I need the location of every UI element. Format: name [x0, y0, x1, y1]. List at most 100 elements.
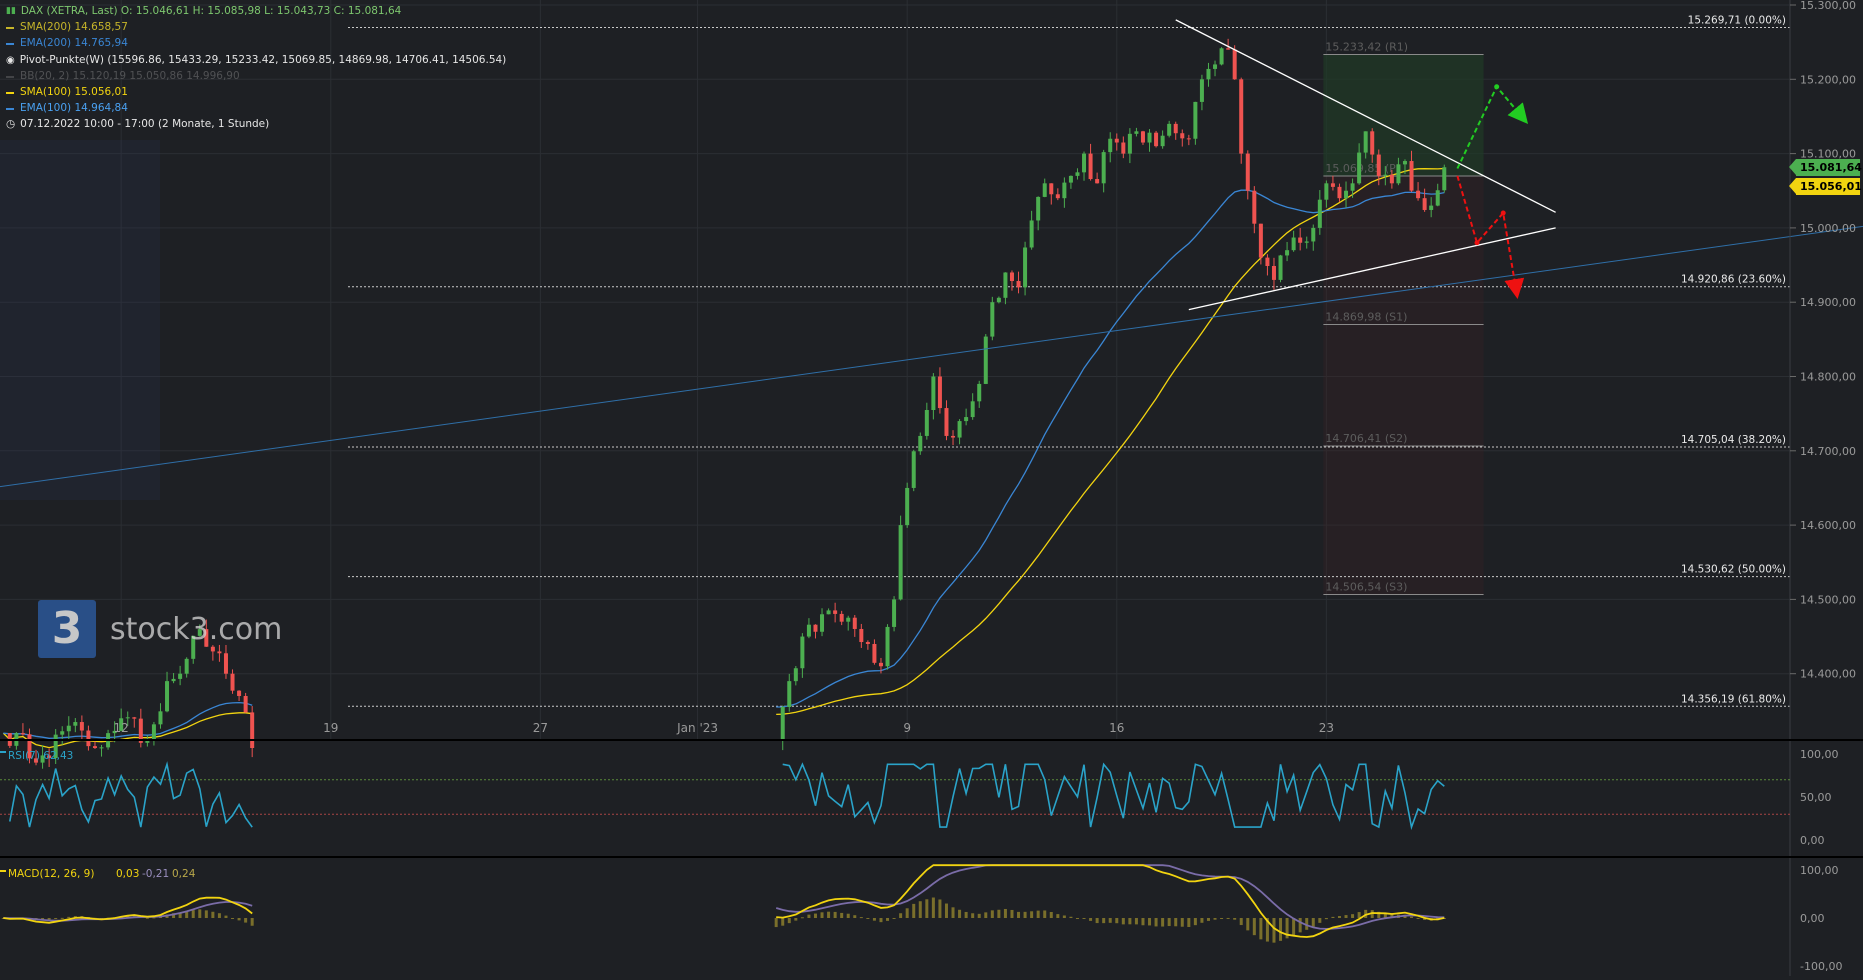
macd-hist-bar: [827, 911, 831, 918]
rsi-line: [9, 761, 1445, 831]
candle-body: [1271, 265, 1276, 280]
candle: [1114, 133, 1119, 151]
macd-hist-bar: [1043, 910, 1047, 918]
candles: [7, 38, 1447, 769]
fib-label-1: 14.920,86 (23.60%): [1681, 274, 1786, 286]
candle-body: [833, 610, 838, 614]
candle: [892, 596, 897, 632]
arrow-bull-node: [1494, 84, 1500, 90]
candle-body: [99, 747, 104, 749]
candle-body: [1324, 183, 1329, 200]
candle-body: [1311, 227, 1316, 242]
macd-hist-bar: [872, 918, 876, 921]
macd-hist-bar: [1226, 917, 1230, 919]
legend-ema200[interactable]: EMA(200) 14.765,94: [6, 37, 128, 50]
candle: [905, 482, 910, 528]
macd-hist-bar: [1108, 918, 1112, 923]
macd-hist-bar: [1174, 918, 1178, 927]
candle: [1095, 172, 1100, 184]
candle: [1055, 188, 1060, 201]
candle: [1271, 257, 1276, 290]
candle-body: [60, 731, 65, 735]
candle: [158, 703, 163, 729]
macd-hist-bar: [1187, 918, 1191, 928]
candle-body: [990, 302, 995, 337]
candle-body: [1055, 194, 1060, 199]
brand-watermark: 3 stock3.com: [38, 600, 282, 658]
candle-body: [1003, 272, 1008, 298]
candle-body: [1402, 161, 1407, 165]
macd-hist-bar: [1089, 918, 1093, 921]
candle-body: [1009, 272, 1014, 282]
candle-body: [1049, 183, 1054, 195]
symbol-ohlc: DAX (XETRA, Last) O: 15.046,61 H: 15.085…: [20, 5, 402, 17]
x-axis: 12 19 27 Jan '23 9 16 23: [114, 721, 1334, 735]
candle-body: [1023, 247, 1028, 288]
candle: [1042, 178, 1047, 198]
candle-body: [86, 730, 91, 747]
ema200-swatch: [6, 42, 14, 45]
candle-body: [1442, 167, 1447, 191]
candle-body: [937, 376, 942, 409]
macd-hist-bar: [1003, 908, 1007, 918]
candle-body: [892, 599, 897, 627]
macd-panel: 100,00 0,00 -100,00 MACD(12, 26, 9) 0,03 -0,2…: [0, 864, 1842, 973]
legend-pivot[interactable]: ◉ Pivot-Punkte(W) (15596.86, 15433.29, 1…: [6, 54, 506, 67]
candle: [1186, 134, 1191, 146]
macd-hist-bar: [918, 901, 922, 918]
candle: [138, 708, 143, 748]
candle: [1068, 175, 1073, 189]
trendline-long: [0, 225, 1863, 488]
candle: [820, 608, 825, 637]
macd-hist-bar: [964, 911, 968, 918]
candle: [60, 726, 65, 745]
macd-hist-bar: [951, 907, 955, 918]
candle: [1180, 129, 1185, 147]
macd-hist-bar: [1233, 918, 1237, 920]
candle: [885, 624, 890, 670]
candle-body: [1180, 133, 1185, 139]
candle: [1298, 227, 1303, 251]
legend-ema100[interactable]: EMA(100) 14.964,84: [6, 102, 128, 115]
candle-body: [924, 410, 929, 436]
candle-body: [800, 636, 805, 669]
price-tick-7: 14.600,00: [1800, 519, 1856, 532]
candle-body: [1265, 257, 1270, 266]
candle: [250, 706, 255, 758]
arrow-bear-node: [1500, 210, 1506, 216]
candle-body: [184, 658, 189, 674]
macd-hist-bar: [977, 913, 981, 918]
legend-sma100[interactable]: SMA(100) 15.056,01: [6, 86, 128, 99]
candle: [178, 665, 183, 686]
macd-hist-bar: [1410, 916, 1414, 918]
macd-hist-bar: [1102, 918, 1106, 924]
candle: [957, 419, 962, 445]
pivot-values: Pivot-Punkte(W) (15596.86, 15433.29, 152…: [19, 54, 507, 66]
candle: [73, 718, 78, 733]
candle: [92, 741, 97, 749]
candle-body: [73, 722, 78, 726]
price-tick-8: 14.500,00: [1800, 593, 1856, 606]
legend-period[interactable]: ◷ 07.12.2022 10:00 - 17:00 (2 Monate, 1 …: [6, 118, 269, 131]
legend-sma200[interactable]: SMA(200) 14.658,57: [6, 21, 128, 34]
candle-body: [1330, 183, 1335, 187]
candle-body: [1363, 131, 1368, 153]
candle-body: [1422, 198, 1427, 210]
price-axis[interactable]: 15.300,0015.200,0015.100,0015.000,0014.9…: [0, 0, 1863, 976]
macd-hist-bar: [1206, 918, 1210, 921]
legend-bb[interactable]: BB(20, 2) 15.120,19 15.050,86 14.996,90: [6, 70, 240, 83]
candle-body: [1095, 179, 1100, 184]
candle-body: [1285, 250, 1290, 256]
price-tick-1: 15.200,00: [1800, 73, 1856, 86]
candle-body: [165, 681, 170, 712]
candle-body: [250, 712, 255, 748]
macd-hist-bar: [1115, 918, 1119, 924]
legend-symbol[interactable]: ▮▮ DAX (XETRA, Last) O: 15.046,61 H: 15.…: [6, 5, 401, 18]
candle-body: [1350, 183, 1355, 191]
candle-body: [918, 435, 923, 452]
candle-body: [1121, 142, 1126, 154]
candle-body: [839, 613, 844, 622]
macd-tick-2: -100,00: [1800, 960, 1842, 973]
candle: [800, 633, 805, 678]
ema200-value: EMA(200) 14.765,94: [20, 37, 128, 49]
